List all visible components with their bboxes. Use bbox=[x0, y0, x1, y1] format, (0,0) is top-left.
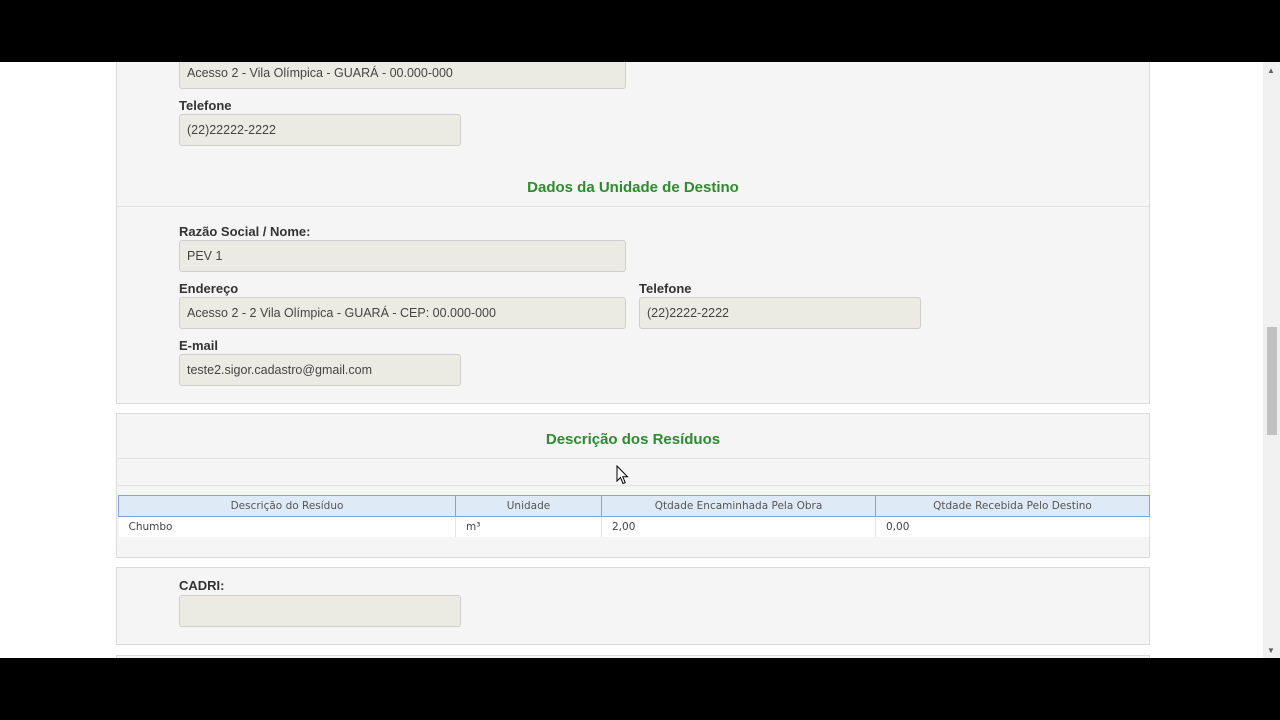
cell-description: Chumbo bbox=[118, 516, 456, 537]
waste-panel: Descrição dos Resíduos Descrição do Resí… bbox=[116, 413, 1150, 558]
column-header-qty-sent[interactable]: Qtdade Encaminhada Pela Obra bbox=[601, 495, 876, 517]
scroll-up-arrow-icon[interactable]: ▲ bbox=[1267, 66, 1275, 76]
section-divider bbox=[117, 458, 1149, 459]
table-row[interactable]: Chumbo m³ 2,00 0,00 bbox=[118, 516, 1150, 537]
cadri-label: CADRI: bbox=[179, 578, 225, 593]
section-divider bbox=[117, 485, 1149, 486]
origin-phone-field[interactable]: (22)22222-2222 bbox=[179, 114, 461, 146]
destination-name-label: Razão Social / Nome: bbox=[179, 224, 311, 239]
waste-table: Descrição do Resíduo Unidade Qtdade Enca… bbox=[118, 495, 1150, 537]
scrollbar-thumb[interactable] bbox=[1267, 327, 1277, 435]
cell-unit: m³ bbox=[455, 516, 602, 537]
destination-phone-label: Telefone bbox=[639, 281, 692, 296]
next-panel bbox=[116, 655, 1150, 658]
column-header-unit[interactable]: Unidade bbox=[455, 495, 602, 517]
table-header-row: Descrição do Resíduo Unidade Qtdade Enca… bbox=[118, 495, 1150, 517]
cadri-field[interactable] bbox=[179, 595, 461, 627]
destination-name-field[interactable]: PEV 1 bbox=[179, 240, 626, 272]
destination-email-field[interactable]: teste2.sigor.cadastro@gmail.com bbox=[179, 354, 461, 386]
scroll-down-arrow-icon[interactable]: ▼ bbox=[1267, 646, 1275, 656]
destination-section-title: Dados da Unidade de Destino bbox=[527, 179, 739, 196]
section-divider bbox=[117, 206, 1149, 207]
destination-address-label: Endereço bbox=[179, 281, 239, 296]
cell-qty-sent: 2,00 bbox=[601, 516, 876, 537]
origin-address-field[interactable]: Acesso 2 - Vila Olímpica - GUARÁ - 00.00… bbox=[179, 62, 626, 89]
page-viewport: Acesso 2 - Vila Olímpica - GUARÁ - 00.00… bbox=[0, 62, 1280, 658]
cell-qty-received: 0,00 bbox=[875, 516, 1150, 537]
destination-phone-field[interactable]: (22)2222-2222 bbox=[639, 297, 921, 329]
mouse-cursor-icon bbox=[616, 465, 629, 485]
destination-address-field[interactable]: Acesso 2 - 2 Vila Olímpica - GUARÁ - CEP… bbox=[179, 297, 626, 329]
column-header-qty-received[interactable]: Qtdade Recebida Pelo Destino bbox=[875, 495, 1150, 517]
destination-email-label: E-mail bbox=[179, 338, 219, 353]
cadri-panel: CADRI: bbox=[116, 567, 1150, 645]
vertical-scrollbar[interactable]: ▲ ▼ bbox=[1263, 62, 1280, 658]
origin-phone-label: Telefone bbox=[179, 98, 232, 113]
waste-section-title: Descrição dos Resíduos bbox=[545, 431, 721, 448]
column-header-description[interactable]: Descrição do Resíduo bbox=[118, 495, 456, 517]
destination-panel: Acesso 2 - Vila Olímpica - GUARÁ - 00.00… bbox=[116, 62, 1150, 404]
